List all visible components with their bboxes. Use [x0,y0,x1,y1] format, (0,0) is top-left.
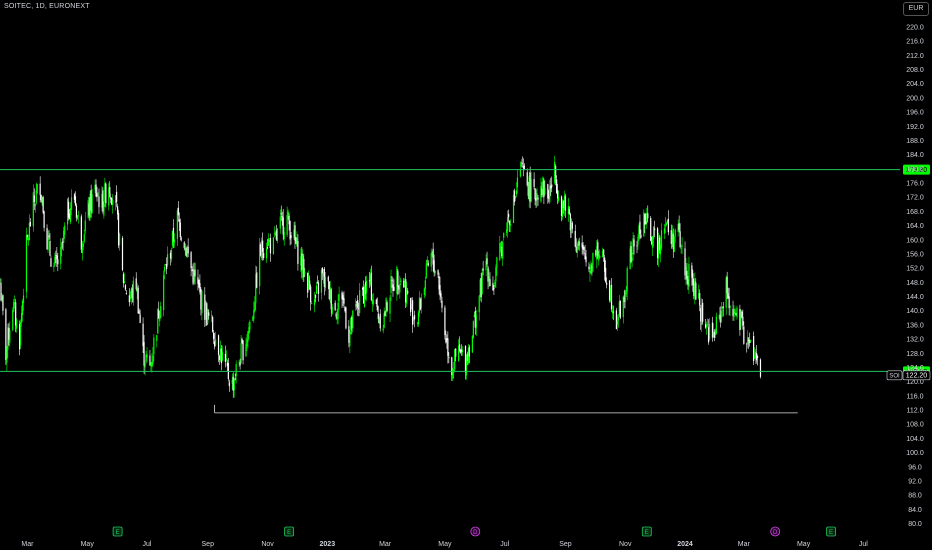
time-tick-label: Mar [738,541,751,548]
price-tick-label: 172.0 [906,195,924,202]
price-tick-label: 160.0 [906,237,924,244]
earnings-event-icon[interactable]: E [641,526,652,537]
price-tick-label: 120.0 [906,379,924,386]
price-tick-label: 216.0 [906,39,924,46]
price-tick-label: 104.0 [906,436,924,443]
candle [619,300,621,320]
time-tick-label: Jul [859,541,868,548]
time-tick-label: Mar [379,541,392,548]
time-tick-label: Jul [500,541,509,548]
price-tick-label: 132.0 [906,337,924,344]
svg-text:E: E [829,530,833,536]
candle [272,236,275,255]
time-tick-label: 2023 [320,541,336,548]
candle [36,183,38,194]
price-tick-label: 208.0 [906,67,924,74]
price-tick-label: 112.0 [907,408,924,415]
price-tick-label: 168.0 [906,209,924,216]
price-tick-label: 152.0 [906,266,924,273]
candle [472,320,474,339]
candle [42,195,44,214]
candle [615,307,618,330]
price-tick-label: 144.0 [906,294,924,301]
symbol-title: SOITEC, 1D, EURONEXT [4,3,90,10]
price-tick-label: 88.0 [908,493,922,500]
svg-text:E: E [645,530,649,536]
time-tick-label: Jul [143,541,152,548]
candle [592,252,594,273]
time-tick-label: Nov [619,541,632,548]
earnings-event-icon[interactable]: E [826,526,836,537]
svg-text:E: E [287,530,291,536]
price-tick-label: 200.0 [906,95,924,102]
candle [212,315,214,333]
price-tick-label: 84.0 [908,507,922,514]
candle [19,319,22,350]
price-tick-label: 184.0 [906,152,924,159]
price-tick-label: 176.0 [906,181,924,188]
candle [207,308,209,326]
earnings-event-icon[interactable]: E [284,526,295,537]
time-tick-label: May [797,541,811,548]
candle [753,331,755,365]
time-tick-label: 2024 [677,541,693,548]
candle [650,215,652,242]
price-tick-label: 148.0 [906,280,924,287]
price-tick-label: 192.0 [906,124,924,131]
svg-text:D: D [773,530,778,536]
price-tick-label: 80.0 [908,521,922,528]
last-price-label: 122.20 [906,373,928,380]
candle [345,306,347,330]
price-tick-label: 116.0 [907,393,924,400]
candle [163,270,165,317]
price-tick-label: 108.0 [906,422,924,429]
price-tick-label: 140.0 [906,308,924,315]
svg-text:D: D [473,530,478,536]
price-tick-label: 136.0 [906,322,924,329]
candle [80,214,82,254]
time-tick-label: May [438,541,452,548]
price-tick-label: 220.0 [906,25,924,32]
price-tick-label: 204.0 [906,81,924,88]
candle [121,235,124,272]
currency-button[interactable]: EUR [903,2,929,16]
price-tick-label: 196.0 [906,110,924,117]
price-tick-label: 180.0 [906,166,924,173]
candle [444,305,446,340]
price-chart[interactable]: 179.80122.88 220.0216.0212.0208.0204.020… [0,0,932,550]
dividend-event-icon[interactable]: D [770,526,781,537]
price-tick-label: 156.0 [906,251,924,258]
time-tick-label: Nov [261,541,274,548]
price-tick-label: 212.0 [906,53,924,60]
price-tick-label: 188.0 [906,138,924,145]
earnings-event-icon[interactable]: E [112,526,123,537]
price-tick-label: 92.0 [908,478,922,485]
candle [25,227,28,299]
price-tick-label: 100.0 [906,450,924,457]
price-tick-label: 128.0 [906,351,924,358]
time-tick-label: Mar [21,541,34,548]
candle [702,298,704,325]
price-tick-label: 164.0 [906,223,924,230]
svg-text:E: E [116,530,120,536]
time-tick-label: May [81,541,95,548]
time-tick-label: Sep [202,541,215,548]
time-axis: Mar May Jul Sep Nov 2023 Mar May Jul Sep Nov 2024 Ma… [21,541,868,548]
candle [481,268,483,295]
candle [673,236,675,253]
candle [759,358,762,379]
time-tick-label: Sep [559,541,572,548]
dividend-event-icon[interactable]: D [470,526,481,537]
price-tick-label: 96.0 [908,464,922,471]
last-symbol-label: SOI [889,374,900,380]
candle [137,285,139,314]
